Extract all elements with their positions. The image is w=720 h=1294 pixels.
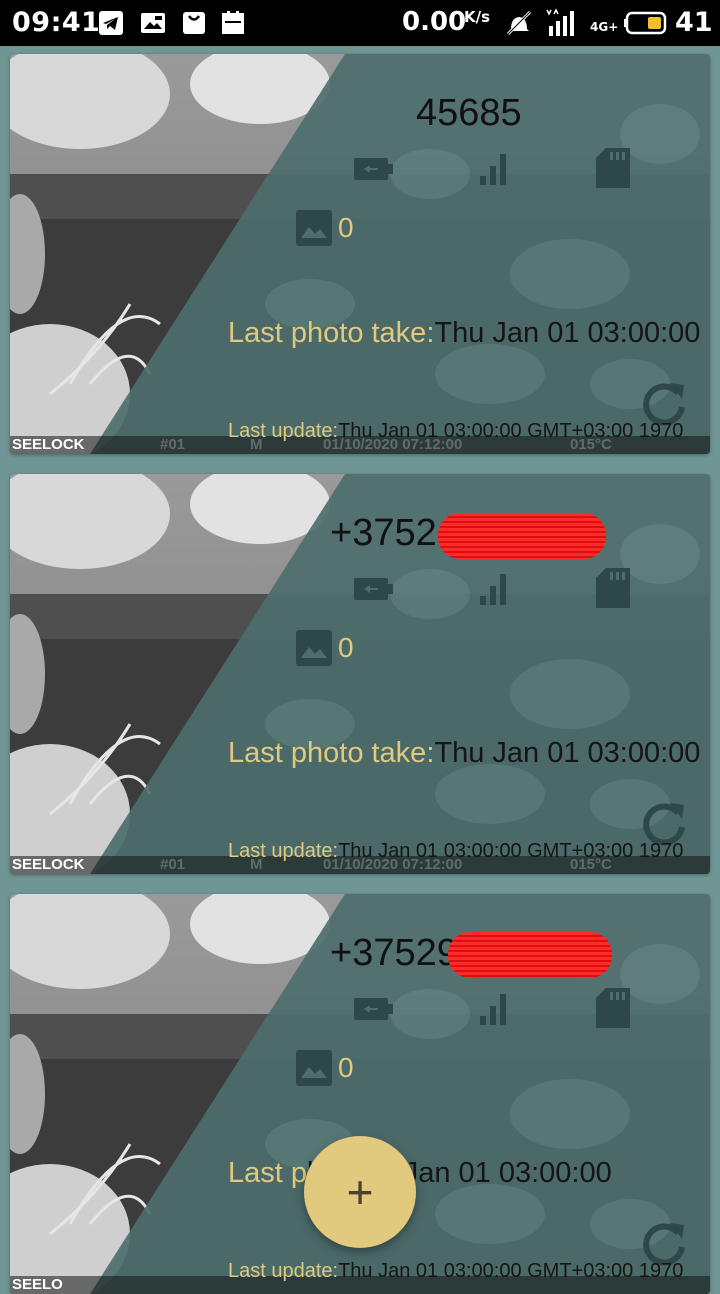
battery-status-icon	[354, 578, 393, 600]
last-update-value: Thu Jan 01 03:00:00 GMT+03:00 1970	[338, 1260, 684, 1282]
net-speed: 0.00	[402, 7, 467, 37]
telegram-icon	[99, 11, 123, 35]
camera-phone-number: +37529	[330, 932, 458, 974]
camera-card[interactable]: 45685 0 Last photo take:Thu Jan 01 03:00…	[10, 54, 710, 454]
camera-card[interactable]: +3752 0 Last photo take:Thu Jan 01 03:00…	[10, 474, 710, 874]
last-update-label: Last update:	[228, 1260, 339, 1282]
camera-brand: SEELOCK	[12, 856, 85, 873]
camera-brand: SEELOCK	[12, 436, 85, 453]
calendar-icon	[222, 11, 244, 34]
camera-brand: SEELO	[12, 1276, 63, 1293]
bag-icon	[183, 12, 205, 34]
signal-strength-icon	[480, 994, 506, 1025]
add-camera-button[interactable]: +	[304, 1136, 416, 1248]
photo-count: 0	[338, 632, 354, 663]
photo-count-icon	[296, 1050, 332, 1086]
battery-status-icon	[354, 158, 393, 180]
battery-level: 41	[675, 7, 713, 38]
battery-icon	[624, 11, 667, 35]
camera-preview-image	[10, 54, 710, 454]
mute-icon	[506, 10, 532, 36]
last-update-value: Thu Jan 01 03:00:00 GMT+03:00 1970	[338, 840, 684, 862]
photo-count-icon	[296, 210, 332, 246]
camera-id: #01	[160, 856, 186, 873]
last-photo-row: Last photo take:Thu Jan 01 03:00:00	[228, 737, 700, 770]
photo-count: 0	[338, 1052, 354, 1083]
net-speed-unit: K/s	[464, 8, 491, 26]
photo-count-icon	[296, 630, 332, 666]
sd-card-icon	[596, 568, 630, 608]
last-photo-row: Last photo take:Thu Jan 01 03:00:00	[228, 317, 700, 350]
status-time: 09:41	[12, 7, 101, 38]
last-photo-label: Last p	[228, 1157, 307, 1189]
last-photo-label: Last photo take:	[228, 317, 435, 349]
status-bar: 09:41 0.00 K/s 4G+ 41	[0, 0, 720, 46]
camera-id: #01	[160, 436, 186, 453]
sd-card-icon	[596, 988, 630, 1028]
signal-strength-icon	[480, 574, 506, 605]
last-update-row: Last update:Thu Jan 01 03:00:00 GMT+03:0…	[228, 420, 683, 443]
photo-count: 0	[338, 212, 354, 243]
last-update-label: Last update:	[228, 840, 339, 862]
sd-card-icon	[596, 148, 630, 188]
last-update-value: Thu Jan 01 03:00:00 GMT+03:00 1970	[338, 420, 684, 442]
last-photo-row: Last pke:Thu Jan 01 03:00:00	[228, 1157, 612, 1190]
battery-status-icon	[354, 998, 393, 1020]
photo-notification-icon	[141, 13, 165, 33]
last-photo-label: Last photo take:	[228, 737, 435, 769]
redaction-mark	[448, 932, 612, 978]
camera-phone-number: 45685	[416, 92, 522, 134]
signal-strength-icon	[480, 154, 506, 185]
last-update-row: Last update:Thu Jan 01 03:00:00 GMT+03:0…	[228, 840, 683, 863]
signal-icon	[546, 8, 574, 36]
last-update-label: Last update:	[228, 420, 339, 442]
network-type: 4G+	[590, 20, 619, 34]
camera-phone-number: +3752	[330, 512, 437, 554]
redaction-mark	[438, 513, 606, 559]
last-photo-value: Thu Jan 01 03:00:00	[434, 317, 701, 349]
last-photo-value: Thu Jan 01 03:00:00	[434, 737, 701, 769]
